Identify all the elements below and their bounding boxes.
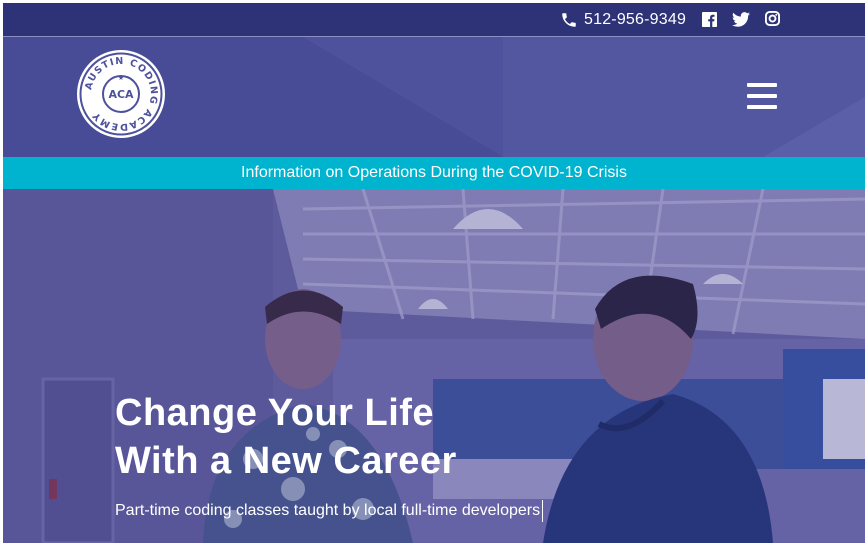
phone-icon[interactable] bbox=[560, 11, 578, 29]
site-header: AUSTIN CODING ACADEMY ACA ★ bbox=[3, 37, 865, 157]
page: 512-956-9349 AUSTIN CODING ACADEMY ACA ★… bbox=[3, 3, 865, 543]
covid-info-banner-link[interactable]: Information on Operations During the COV… bbox=[3, 157, 865, 189]
hero-heading-line-1: Change Your Life bbox=[115, 392, 435, 434]
hero-section: Change Your Life With a New Career Part-… bbox=[3, 189, 865, 543]
hero-background-photo bbox=[3, 189, 865, 543]
hamburger-menu-icon[interactable] bbox=[747, 83, 777, 109]
phone-number-link[interactable]: 512-956-9349 bbox=[584, 10, 686, 30]
hero-heading: Change Your Life With a New Career bbox=[115, 389, 635, 485]
svg-text:ACA: ACA bbox=[108, 88, 134, 101]
twitter-icon[interactable] bbox=[732, 12, 750, 27]
svg-text:★: ★ bbox=[118, 74, 124, 82]
facebook-icon[interactable] bbox=[702, 12, 717, 27]
instagram-icon[interactable] bbox=[765, 11, 780, 26]
hero-heading-line-2: With a New Career bbox=[115, 440, 457, 482]
top-contact-bar: 512-956-9349 bbox=[3, 3, 865, 37]
hero-subtitle: Part-time coding classes taught by local… bbox=[115, 500, 544, 522]
aca-logo[interactable]: AUSTIN CODING ACADEMY ACA ★ bbox=[76, 49, 166, 139]
